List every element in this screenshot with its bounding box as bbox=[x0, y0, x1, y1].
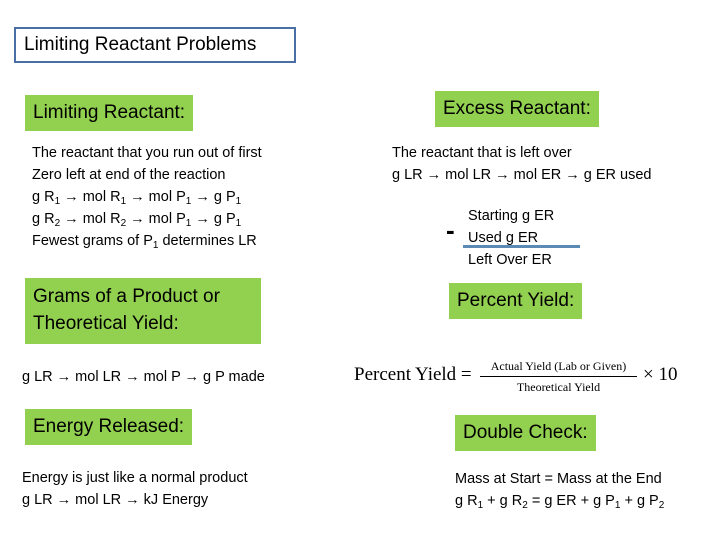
energy-released-text: Energy is just like a normal product g L… bbox=[22, 467, 248, 511]
percent-yield-numerator: Actual Yield (Lab or Given) bbox=[490, 359, 627, 373]
limiting-reactant-header: Limiting Reactant: bbox=[25, 95, 194, 131]
excess-calc-starting: Starting g ER bbox=[468, 208, 555, 224]
limiting-path-1: g R1 → mol R1 → mol P1 → g P1 bbox=[32, 189, 242, 207]
page-title: Limiting Reactant Problems bbox=[14, 27, 296, 63]
excess-calc-result: Left Over ER bbox=[468, 252, 552, 268]
double-check-header: Double Check: bbox=[455, 415, 596, 451]
double-check-text: Mass at Start = Mass at the End g R1 + g… bbox=[455, 468, 664, 512]
limiting-reactant-text: The reactant that you run out of first Z… bbox=[32, 142, 262, 252]
theoretical-header-line-1: Grams of a Product or bbox=[33, 286, 220, 307]
fraction-bar bbox=[480, 376, 637, 377]
percent-yield-multiplier: × 10 bbox=[643, 364, 678, 385]
percent-yield-formula-lhs: Percent Yield = bbox=[354, 364, 472, 385]
minus-sign: - bbox=[446, 215, 455, 245]
energy-line-1: Energy is just like a normal product bbox=[22, 470, 248, 486]
percent-yield-header: Percent Yield: bbox=[449, 283, 583, 319]
excess-reactant-text: The reactant that is left over g LR → mo… bbox=[392, 142, 651, 186]
limiting-line-5: Fewest grams of P1 determines LR bbox=[32, 233, 257, 251]
excess-line-1: The reactant that is left over bbox=[392, 145, 572, 161]
excess-reactant-header: Excess Reactant: bbox=[435, 91, 599, 127]
percent-yield-denominator: Theoretical Yield bbox=[516, 380, 601, 394]
double-check-line-2: g R1 + g R2 = g ER + g P1 + g P2 bbox=[455, 493, 665, 511]
energy-released-header: Energy Released: bbox=[25, 409, 193, 445]
limiting-line-1: The reactant that you run out of first bbox=[32, 145, 262, 161]
limiting-path-2: g R2 → mol R2 → mol P1 → g P1 bbox=[32, 211, 242, 229]
theoretical-header-line-2: Theoretical Yield: bbox=[33, 313, 179, 334]
double-check-line-1: Mass at Start = Mass at the End bbox=[455, 471, 662, 487]
energy-line-2: g LR → mol LR → kJ Energy bbox=[22, 492, 209, 508]
limiting-line-2: Zero left at end of the reaction bbox=[32, 167, 226, 183]
theoretical-yield-path: g LR → mol LR → mol P → g P made bbox=[22, 369, 265, 385]
theoretical-yield-header: Grams of a Product or Theoretical Yield: bbox=[25, 278, 261, 344]
subtraction-line bbox=[463, 245, 580, 248]
excess-line-2: g LR → mol LR → mol ER → g ER used bbox=[392, 167, 652, 183]
